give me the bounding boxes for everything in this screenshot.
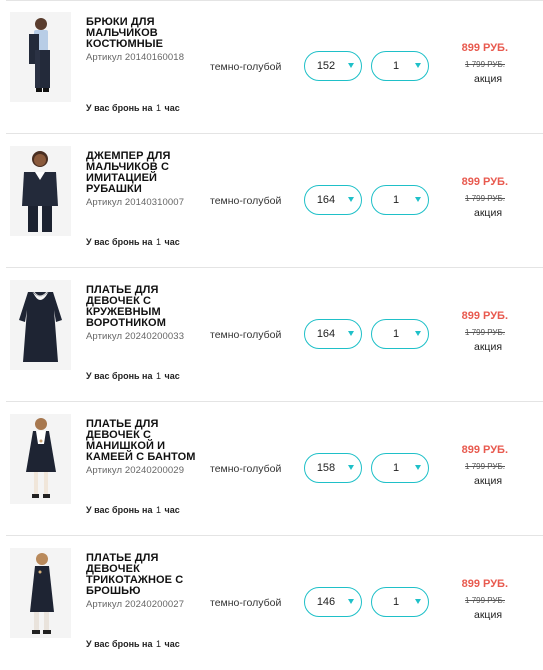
price-old: 1 799 РУБ.: [465, 60, 505, 69]
size-select[interactable]: 164: [304, 319, 362, 349]
quantity-select[interactable]: 1: [371, 453, 429, 483]
promo-label: акция: [474, 475, 502, 487]
size-select[interactable]: 158: [304, 453, 362, 483]
quantity-select[interactable]: 1: [371, 51, 429, 81]
dropdown-arrow-icon: [415, 331, 421, 336]
size-value: 164: [316, 194, 336, 206]
price-old: 1 799 РУБ.: [465, 194, 505, 203]
product-sku: Артикул 20140310007: [86, 197, 185, 208]
product-title-text[interactable]: БРЮКИ ДЛЯ МАЛЬЧИКОВ КОСТЮМНЫЕ: [86, 16, 163, 50]
price-old: 1 799 РУБ.: [465, 596, 505, 605]
reserve-hours: 1: [156, 237, 162, 247]
reserve-prefix: У вас бронь на: [86, 103, 153, 113]
quantity-value: 1: [392, 596, 400, 608]
product-title[interactable]: ПЛАТЬЕ ДЛЯ ДЕВОЧЕК С КРУЖЕВНЫМ ВОРОТНИКО…: [86, 284, 198, 343]
quantity-select[interactable]: 1: [371, 185, 429, 215]
product-color: темно-голубой: [210, 463, 282, 475]
price-current: 899 РУБ.: [461, 578, 508, 590]
reserve-prefix: У вас бронь на: [86, 237, 153, 247]
reserve-suffix: час: [164, 505, 180, 515]
price-current: 899 РУБ.: [461, 310, 508, 322]
reserve-hours: 1: [156, 639, 162, 649]
reserve-notice: У вас бронь на 1 час: [86, 505, 180, 515]
size-value: 152: [316, 60, 336, 72]
dropdown-arrow-icon: [348, 331, 354, 336]
product-title[interactable]: БРЮКИ ДЛЯ МАЛЬЧИКОВ КОСТЮМНЫЕ Артикул 20…: [86, 16, 198, 64]
size-select[interactable]: 152: [304, 51, 362, 81]
quantity-value: 1: [392, 194, 400, 206]
reserve-hours: 1: [156, 505, 162, 515]
size-value: 146: [316, 596, 336, 608]
dropdown-arrow-icon: [415, 465, 421, 470]
product-image[interactable]: [10, 146, 71, 236]
reserve-prefix: У вас бронь на: [86, 371, 153, 381]
reserve-hours: 1: [156, 103, 162, 113]
promo-label: акция: [474, 341, 502, 353]
product-title-text[interactable]: ДЖЕМПЕР ДЛЯ МАЛЬЧИКОВ С ИМИТАЦИЕЙ РУБАШК…: [86, 150, 170, 195]
product-title[interactable]: ПЛАТЬЕ ДЛЯ ДЕВОЧЕК С МАНИШКОЙ И КАМЕЕЙ С…: [86, 418, 198, 477]
product-title-text[interactable]: ПЛАТЬЕ ДЛЯ ДЕВОЧЕК С КРУЖЕВНЫМ ВОРОТНИКО…: [86, 284, 166, 329]
reserve-prefix: У вас бронь на: [86, 639, 153, 649]
product-image[interactable]: [10, 12, 71, 102]
dropdown-arrow-icon: [348, 599, 354, 604]
product-sku: Артикул 20240200027: [86, 599, 185, 610]
reserve-suffix: час: [164, 103, 180, 113]
size-select[interactable]: 146: [304, 587, 362, 617]
dropdown-arrow-icon: [415, 63, 421, 68]
dropdown-arrow-icon: [415, 197, 421, 202]
reserve-suffix: час: [164, 639, 180, 649]
reserve-notice: У вас бронь на 1 час: [86, 237, 180, 247]
quantity-select[interactable]: 1: [371, 587, 429, 617]
reserve-notice: У вас бронь на 1 час: [86, 639, 180, 649]
quantity-value: 1: [392, 462, 400, 474]
product-sku: Артикул 20140160018: [86, 52, 185, 63]
dropdown-arrow-icon: [348, 465, 354, 470]
price-current: 899 РУБ.: [461, 444, 508, 456]
promo-label: акция: [474, 73, 502, 85]
product-image[interactable]: [10, 280, 71, 370]
size-value: 158: [316, 462, 336, 474]
product-color: темно-голубой: [210, 597, 282, 609]
reserve-suffix: час: [164, 237, 180, 247]
reserve-suffix: час: [164, 371, 180, 381]
product-title-text[interactable]: ПЛАТЬЕ ДЛЯ ДЕВОЧЕК С МАНИШКОЙ И КАМЕЕЙ С…: [86, 418, 196, 463]
promo-label: акция: [474, 609, 502, 621]
product-color: темно-голубой: [210, 195, 282, 207]
reserve-prefix: У вас бронь на: [86, 505, 153, 515]
reserve-notice: У вас бронь на 1 час: [86, 371, 180, 381]
cart-item: ПЛАТЬЕ ДЛЯ ДЕВОЧЕК ТРИКОТАЖНОЕ С БРОШЬЮ …: [0, 536, 543, 670]
promo-label: акция: [474, 207, 502, 219]
quantity-value: 1: [392, 60, 400, 72]
quantity-value: 1: [392, 328, 400, 340]
reserve-hours: 1: [156, 371, 162, 381]
price-old: 1 799 РУБ.: [465, 462, 505, 471]
cart-item: ПЛАТЬЕ ДЛЯ ДЕВОЧЕК С МАНИШКОЙ И КАМЕЕЙ С…: [0, 402, 543, 536]
cart-item: БРЮКИ ДЛЯ МАЛЬЧИКОВ КОСТЮМНЫЕ Артикул 20…: [0, 0, 543, 134]
product-color: темно-голубой: [210, 61, 282, 73]
reserve-notice: У вас бронь на 1 час: [86, 103, 180, 113]
cart-item: ДЖЕМПЕР ДЛЯ МАЛЬЧИКОВ С ИМИТАЦИЕЙ РУБАШК…: [0, 134, 543, 268]
product-sku: Артикул 20240200033: [86, 331, 185, 342]
product-image[interactable]: [10, 414, 71, 504]
product-title[interactable]: ПЛАТЬЕ ДЛЯ ДЕВОЧЕК ТРИКОТАЖНОЕ С БРОШЬЮ …: [86, 552, 198, 611]
price-current: 899 РУБ.: [461, 176, 508, 188]
cart-item: ПЛАТЬЕ ДЛЯ ДЕВОЧЕК С КРУЖЕВНЫМ ВОРОТНИКО…: [0, 268, 543, 402]
product-title-text[interactable]: ПЛАТЬЕ ДЛЯ ДЕВОЧЕК ТРИКОТАЖНОЕ С БРОШЬЮ: [86, 552, 183, 597]
dropdown-arrow-icon: [348, 63, 354, 68]
price-old: 1 799 РУБ.: [465, 328, 505, 337]
product-color: темно-голубой: [210, 329, 282, 341]
product-sku: Артикул 20240200029: [86, 465, 185, 476]
size-value: 164: [316, 328, 336, 340]
size-select[interactable]: 164: [304, 185, 362, 215]
price-current: 899 РУБ.: [461, 42, 508, 54]
product-image[interactable]: [10, 548, 71, 638]
product-title[interactable]: ДЖЕМПЕР ДЛЯ МАЛЬЧИКОВ С ИМИТАЦИЕЙ РУБАШК…: [86, 150, 198, 209]
quantity-select[interactable]: 1: [371, 319, 429, 349]
dropdown-arrow-icon: [348, 197, 354, 202]
dropdown-arrow-icon: [415, 599, 421, 604]
